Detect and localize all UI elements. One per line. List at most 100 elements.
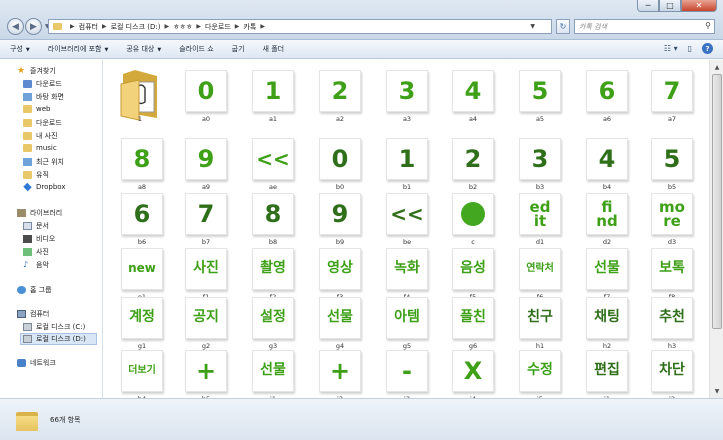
dropbox-icon <box>23 182 32 192</box>
refresh-icon: ↻ <box>559 22 567 31</box>
file-name: g3 <box>268 342 278 350</box>
nav-fav-music[interactable]: music <box>23 144 57 152</box>
file-thumbnail: 3 <box>519 138 561 180</box>
thumbnail-glyph: 7 <box>663 76 681 105</box>
file-thumbnail: 4 <box>586 138 628 180</box>
chevron-right-icon[interactable]: ▶ <box>102 23 107 30</box>
file-name: a7 <box>667 115 677 123</box>
address-dropdown-icon[interactable]: ▼ <box>530 23 535 30</box>
help-icon[interactable]: ? <box>702 43 713 54</box>
file-name: g1 <box>137 342 147 350</box>
file-thumbnail: 보톡 <box>651 248 693 290</box>
burn-button[interactable]: 굽기 <box>232 44 245 54</box>
file-thumbnail: 추천 <box>651 297 693 339</box>
chevron-right-icon[interactable]: ▶ <box>235 23 240 30</box>
nav-fav-web[interactable]: web <box>23 105 50 113</box>
file-thumbnail: 차단 <box>651 350 693 392</box>
thumbnail-glyph: 1 <box>398 144 416 173</box>
scroll-down-icon[interactable]: ▼ <box>711 385 723 397</box>
thumbnail-glyph: X <box>463 356 483 385</box>
nav-network-label: 네트워크 <box>30 359 56 367</box>
nav-homegroup[interactable]: 홈 그룹 <box>17 285 52 295</box>
nav-item-label: 다운로드 <box>36 80 62 88</box>
nav-network[interactable]: 네트워크 <box>17 358 56 368</box>
view-options-icon[interactable]: ☷ ▾ <box>664 44 678 53</box>
file-thumbnail: 연락처 <box>519 248 561 290</box>
include-library-button[interactable]: 라이브러리에 포함 ▼ <box>48 44 109 54</box>
nav-drive-d[interactable]: 로컬 디스크 (D:) <box>20 333 97 345</box>
file-name: a8 <box>137 183 147 191</box>
nav-fav-downloads[interactable]: 다운로드 <box>23 79 62 89</box>
folder-icon <box>53 23 62 30</box>
nav-fav-downloads-2[interactable]: 다운로드 <box>23 118 62 128</box>
file-list: 1 0 a0 1 a1 2 a2 3 a3 4 a4 5 a5 6 a6 7 a7 8 a8 9 a9 << ae 0 b0 1 b… <box>104 60 709 398</box>
nav-libraries[interactable]: 라이브러리 <box>17 208 62 218</box>
dot-icon <box>461 202 485 226</box>
chevron-right-icon[interactable]: ▶ <box>70 23 75 30</box>
thumbnail-glyph: 보톡 <box>659 260 685 277</box>
chevron-down-icon: ▼ <box>25 47 30 53</box>
search-icon[interactable]: ⚲ <box>705 21 711 30</box>
file-name: b5 <box>667 183 677 191</box>
nav-item-label: Dropbox <box>36 183 66 191</box>
thumbnail-glyph: mo re <box>659 197 685 230</box>
file-name: g2 <box>201 342 211 350</box>
nav-item-label: 다운로드 <box>36 119 62 127</box>
nav-item-label: 최근 위치 <box>36 158 64 166</box>
nav-item-label: music <box>36 144 57 152</box>
search-input[interactable]: 카톡 검색 ⚲ <box>574 19 715 34</box>
chevron-right-icon[interactable]: ▶ <box>260 23 265 30</box>
nav-lib-pictures[interactable]: 사진 <box>23 247 49 257</box>
nav-computer[interactable]: 컴퓨터 <box>17 309 49 319</box>
breadcrumb-drive-d[interactable]: 로컬 디스크 (D:) <box>111 22 161 32</box>
share-button[interactable]: 공유 대상 ▼ <box>126 44 161 54</box>
documents-icon <box>23 222 32 230</box>
file-name: b1 <box>402 183 412 191</box>
file-name: d3 <box>667 238 677 246</box>
nav-fav-yujik[interactable]: 유직 <box>23 170 49 180</box>
breadcrumb-downloads[interactable]: 다운로드 <box>205 22 231 32</box>
thumbnail-glyph: 7 <box>197 199 215 228</box>
nav-favorites[interactable]: ★ 즐겨찾기 <box>17 66 56 76</box>
new-folder-button[interactable]: 새 폴더 <box>263 44 285 54</box>
thumbnail-glyph: 더보기 <box>128 365 156 377</box>
nav-lib-music[interactable]: ♪ 음악 <box>23 260 49 270</box>
scroll-thumb[interactable] <box>712 74 722 329</box>
minimize-button[interactable]: ─ <box>637 0 659 12</box>
maximize-button[interactable]: □ <box>659 0 681 12</box>
thumbnail-glyph: 5 <box>663 144 681 173</box>
chevron-right-icon[interactable]: ▶ <box>164 23 169 30</box>
thumbnail-glyph: 3 <box>531 144 549 173</box>
nav-fav-recent[interactable]: 최근 위치 <box>23 157 64 167</box>
nav-lib-documents[interactable]: 문서 <box>23 221 49 231</box>
refresh-button[interactable]: ↻ <box>556 19 570 34</box>
file-thumbnail: 사진 <box>185 248 227 290</box>
chevron-right-icon[interactable]: ▶ <box>196 23 201 30</box>
nav-fav-my-pictures[interactable]: 내 사진 <box>23 131 58 141</box>
file-thumbnail: ed it <box>519 193 561 235</box>
nav-item-label: 문서 <box>36 222 49 230</box>
file-name: d1 <box>535 238 545 246</box>
breadcrumb-hhh[interactable]: ㅎㅎㅎ <box>173 22 192 32</box>
nav-drive-c[interactable]: 로컬 디스크 (C:) <box>23 322 85 332</box>
thumbnail-glyph: 2 <box>464 144 482 173</box>
file-thumbnail: 7 <box>651 70 693 112</box>
slideshow-button[interactable]: 슬라이드 쇼 <box>179 44 213 54</box>
breadcrumb-computer[interactable]: 컴퓨터 <box>79 22 98 32</box>
nav-lib-videos[interactable]: 비디오 <box>23 234 55 244</box>
nav-fav-dropbox[interactable]: Dropbox <box>23 182 66 192</box>
close-button[interactable]: ✕ <box>681 0 717 12</box>
music-icon: ♪ <box>23 260 29 269</box>
vertical-scrollbar[interactable]: ▲ ▼ <box>709 60 723 398</box>
scroll-up-icon[interactable]: ▲ <box>711 61 723 73</box>
preview-pane-icon[interactable]: ▯ <box>688 44 692 53</box>
forward-button[interactable]: ▶ <box>25 18 42 35</box>
nav-fav-desktop[interactable]: 바탕 화면 <box>23 92 64 102</box>
back-button[interactable]: ◀ <box>7 18 24 35</box>
file-thumbnail: 0 <box>319 138 361 180</box>
file-name: be <box>402 238 412 246</box>
address-bar[interactable]: ▶ 컴퓨터 ▶ 로컬 디스크 (D:) ▶ ㅎㅎㅎ ▶ 다운로드 ▶ 카톡 ▶ … <box>48 19 552 34</box>
breadcrumb-katok[interactable]: 카톡 <box>243 22 256 32</box>
file-thumbnail: fi nd <box>586 193 628 235</box>
organize-button[interactable]: 구성 ▼ <box>10 44 30 54</box>
